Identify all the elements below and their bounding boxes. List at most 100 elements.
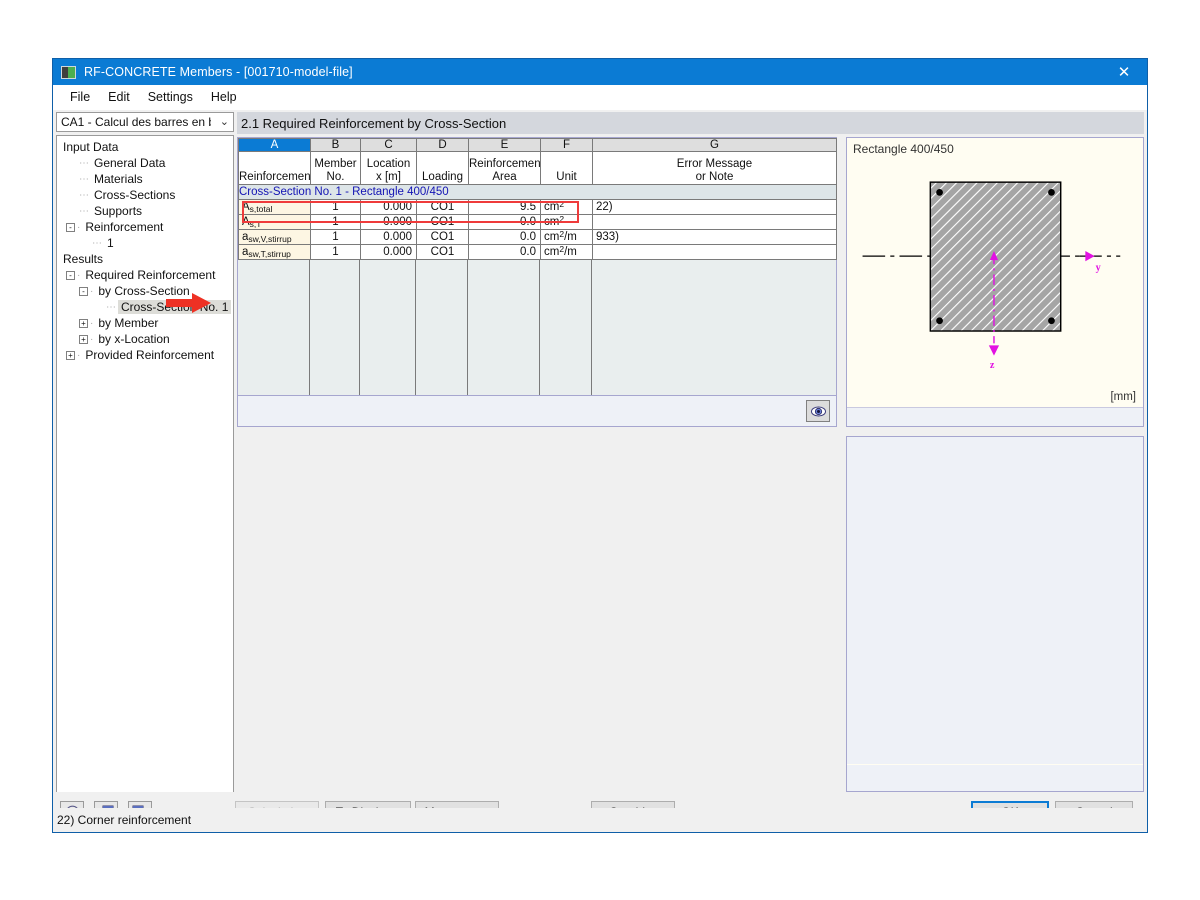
- table-empty-area[interactable]: [238, 260, 836, 395]
- tree-item-label: by Cross-Section: [98, 284, 190, 298]
- window-title: RF-CONCRETE Members - [001710-model-file…: [84, 65, 353, 79]
- tree-item-label: by x-Location: [98, 332, 170, 346]
- rebar-symbol-sub: s,total: [249, 204, 273, 214]
- tree-item-general-data[interactable]: ⋯ General Data: [60, 155, 233, 171]
- col-title-line1: Location: [366, 158, 411, 170]
- cell-location[interactable]: 0.000: [360, 214, 417, 230]
- menu-item-file[interactable]: File: [61, 87, 99, 107]
- cell-loading[interactable]: CO1: [416, 199, 469, 215]
- tree-item-results[interactable]: Results: [60, 251, 233, 267]
- cell-reinforcement[interactable]: asw,V,stirrup: [238, 229, 311, 245]
- eye-icon: [810, 406, 826, 416]
- table-row[interactable]: asw,T,stirrup 1 0.000 CO1 0.0 cm2/m: [238, 244, 837, 260]
- cell-location[interactable]: 0.000: [360, 229, 417, 245]
- column-header-a[interactable]: A: [238, 138, 311, 152]
- column-header-e[interactable]: E: [468, 138, 541, 152]
- table-row[interactable]: As,T 1 0.000 CO1 0.0 cm2: [238, 214, 837, 230]
- menu-item-help[interactable]: Help: [202, 87, 246, 107]
- tree-item-materials[interactable]: ⋯ Materials: [60, 171, 233, 187]
- menu-item-edit[interactable]: Edit: [99, 87, 139, 107]
- table-row[interactable]: asw,V,stirrup 1 0.000 CO1 0.0 cm2/m 933): [238, 229, 837, 245]
- column-header-g[interactable]: G: [592, 138, 837, 152]
- unit-exponent: 2: [559, 214, 565, 225]
- chevron-down-icon: ⌄: [219, 116, 229, 128]
- col-title-line1: Member: [314, 158, 357, 170]
- tree-item-by-x-location[interactable]: + · by x-Location: [60, 331, 233, 347]
- cell-area[interactable]: 9.5: [468, 199, 541, 215]
- cell-unit[interactable]: cm2/m: [540, 244, 593, 260]
- collapse-toggle-icon[interactable]: -: [66, 270, 75, 280]
- secondary-graphics-panel[interactable]: [846, 436, 1144, 792]
- cell-reinforcement[interactable]: asw,T,stirrup: [238, 244, 311, 260]
- cell-member-no[interactable]: 1: [310, 199, 361, 215]
- unit-exponent: 2: [559, 244, 565, 255]
- column-header-b[interactable]: B: [310, 138, 361, 152]
- cell-area[interactable]: 0.0: [468, 214, 541, 230]
- column-header-f[interactable]: F: [540, 138, 593, 152]
- cross-section-canvas[interactable]: Rectangle 400/450 y z [mm]: [847, 138, 1143, 407]
- tree-dots: ⋯: [92, 237, 103, 249]
- cell-note[interactable]: [592, 214, 837, 230]
- cell-note[interactable]: 933): [592, 229, 837, 245]
- tree-item-required-reinforcement[interactable]: - · Required Reinforcement: [60, 267, 233, 283]
- tree-item-label: Cross-Section No. 1: [118, 300, 232, 314]
- column-header-d[interactable]: D: [416, 138, 469, 152]
- collapse-toggle-icon[interactable]: -: [66, 222, 75, 232]
- view-mode-button[interactable]: [806, 400, 830, 422]
- tree-dots: ⋯: [79, 205, 90, 217]
- group-row-label: Cross-Section No. 1 - Rectangle 400/450: [238, 184, 837, 200]
- tree-item-supports[interactable]: ⋯ Supports: [60, 203, 233, 219]
- close-icon[interactable]: ✕: [1101, 59, 1147, 85]
- tree-item-input-data[interactable]: Input Data: [60, 139, 233, 155]
- tree-item-label: Supports: [94, 204, 143, 218]
- cell-loading[interactable]: CO1: [416, 244, 469, 260]
- cell-unit[interactable]: cm2/m: [540, 229, 593, 245]
- cell-location[interactable]: 0.000: [360, 199, 417, 215]
- col-title-line2: or Note: [695, 171, 734, 183]
- table-group-row: Cross-Section No. 1 - Rectangle 400/450: [238, 184, 837, 200]
- z-axis-arrow-down: [988, 345, 1000, 356]
- cell-area[interactable]: 0.0: [468, 244, 541, 260]
- cell-member-no[interactable]: 1: [310, 244, 361, 260]
- tree-item-by-cross-section[interactable]: - · by Cross-Section: [60, 283, 233, 299]
- cell-unit[interactable]: cm2: [540, 199, 593, 215]
- tree-item-provided-reinforcement[interactable]: + · Provided Reinforcement: [60, 347, 233, 363]
- rebar-symbol-base: A: [242, 201, 250, 213]
- cell-member-no[interactable]: 1: [310, 214, 361, 230]
- results-table-block: A B C D E F G Reinforcement Member No. L…: [237, 137, 837, 427]
- tree-item-cross-sections[interactable]: ⋯ Cross-Sections: [60, 187, 233, 203]
- menu-item-settings[interactable]: Settings: [139, 87, 202, 107]
- cell-loading[interactable]: CO1: [416, 214, 469, 230]
- app-icon: [61, 65, 76, 79]
- table-row[interactable]: As,total 1 0.000 CO1 9.5 cm2 22): [238, 199, 837, 215]
- cell-note[interactable]: [592, 244, 837, 260]
- cell-loading[interactable]: CO1: [416, 229, 469, 245]
- cell-unit[interactable]: cm2: [540, 214, 593, 230]
- tree-dots: ⋯: [79, 173, 90, 185]
- case-select-value: CA1 - Calcul des barres en bétc: [61, 115, 211, 129]
- column-header-c[interactable]: C: [360, 138, 417, 152]
- cell-note[interactable]: 22): [592, 199, 837, 215]
- col-title-line2: Loading: [422, 171, 463, 183]
- cell-reinforcement[interactable]: As,total: [238, 199, 311, 215]
- tree-item-by-member[interactable]: + · by Member: [60, 315, 233, 331]
- tree-dots: ·: [90, 333, 95, 345]
- tree-item-reinforcement[interactable]: - · Reinforcement: [60, 219, 233, 235]
- cell-location[interactable]: 0.000: [360, 244, 417, 260]
- results-table[interactable]: A B C D E F G Reinforcement Member No. L…: [238, 138, 837, 260]
- cell-member-no[interactable]: 1: [310, 229, 361, 245]
- expand-toggle-icon[interactable]: +: [66, 350, 75, 360]
- case-select[interactable]: CA1 - Calcul des barres en bétc ⌄: [56, 112, 234, 132]
- unit-base: cm: [544, 246, 560, 258]
- rebar-dot: [936, 189, 943, 196]
- tree-item-label: by Member: [98, 316, 159, 330]
- collapse-toggle-icon[interactable]: -: [79, 286, 88, 296]
- expand-toggle-icon[interactable]: +: [79, 318, 88, 328]
- navigator-tree[interactable]: Input Data ⋯ General Data ⋯ Materials ⋯ …: [56, 135, 234, 792]
- expand-toggle-icon[interactable]: +: [79, 334, 88, 344]
- cell-reinforcement[interactable]: As,T: [238, 214, 311, 230]
- tree-item-cross-section-no-1[interactable]: ⋯ Cross-Section No. 1: [60, 299, 233, 315]
- cell-area[interactable]: 0.0: [468, 229, 541, 245]
- tree-item-reinforcement-1[interactable]: ⋯ 1: [60, 235, 233, 251]
- tree-item-label: Required Reinforcement: [85, 268, 216, 282]
